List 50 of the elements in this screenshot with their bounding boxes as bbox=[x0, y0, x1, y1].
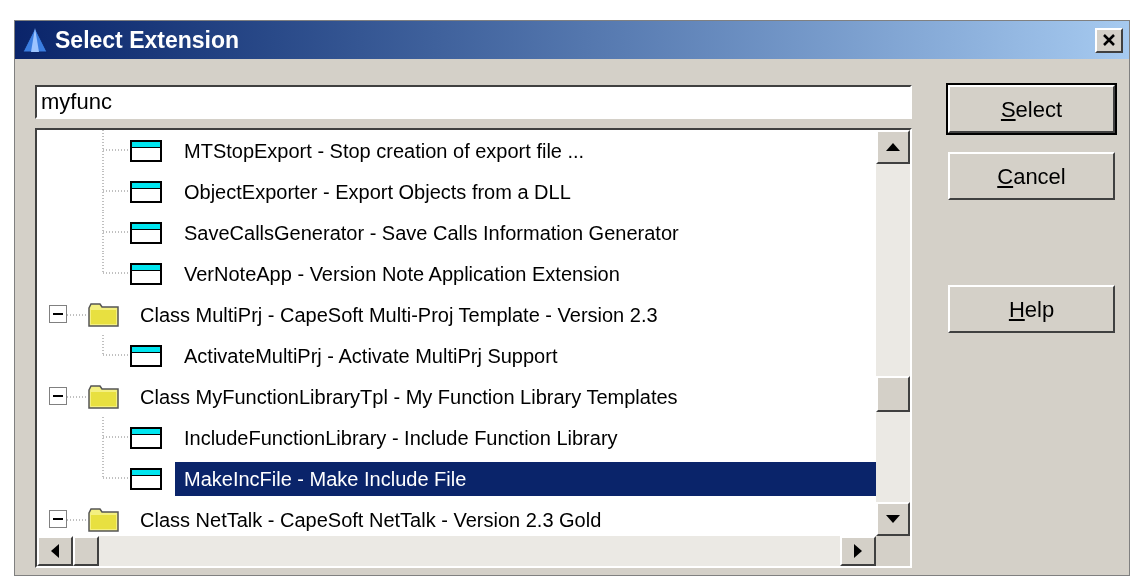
search-field[interactable]: myfunc bbox=[35, 85, 912, 119]
tree-class-label[interactable]: Class MultiPrj - CapeSoft Multi-Proj Template - Version 2.3 bbox=[140, 299, 658, 330]
tree-class-label[interactable]: Class MyFunctionLibraryTpl - My Function Library Templates bbox=[140, 381, 678, 412]
tree-item[interactable]: ActivateMultiPrj - Activate MultiPrj Support bbox=[175, 338, 876, 373]
dialog-button[interactable]: Cancel bbox=[948, 152, 1115, 200]
dialog-button[interactable]: Help bbox=[948, 285, 1115, 333]
left-arrow-icon bbox=[51, 544, 59, 558]
up-arrow-icon bbox=[886, 143, 900, 151]
folder-icon bbox=[88, 383, 120, 410]
tree-item[interactable]: MTStopExport - Stop creation of export file ... bbox=[175, 133, 876, 168]
collapse-icon[interactable] bbox=[49, 305, 67, 323]
down-arrow-icon bbox=[886, 515, 900, 523]
scroll-thumb[interactable] bbox=[876, 376, 910, 412]
tree-connector bbox=[67, 518, 88, 521]
tree-connector bbox=[67, 395, 88, 398]
horizontal-scrollbar[interactable] bbox=[37, 536, 876, 566]
collapse-icon[interactable] bbox=[49, 387, 67, 405]
window-icon bbox=[130, 221, 162, 244]
tree-item[interactable]: SaveCallsGenerator - Save Calls Information Generator bbox=[175, 215, 876, 250]
window-icon bbox=[130, 180, 162, 203]
window-icon bbox=[130, 344, 162, 367]
tree-item[interactable]: VerNoteApp - Version Note Application Extension bbox=[175, 256, 876, 291]
tree-item[interactable]: IncludeFunctionLibrary - Include Function Library bbox=[175, 420, 876, 455]
app-logo-icon bbox=[21, 26, 49, 54]
window-icon bbox=[130, 262, 162, 285]
scroll-right-button[interactable] bbox=[840, 536, 876, 566]
scroll-up-button[interactable] bbox=[876, 130, 910, 164]
scroll-down-button[interactable] bbox=[876, 502, 910, 536]
window-icon bbox=[130, 426, 162, 449]
right-arrow-icon bbox=[854, 544, 862, 558]
scroll-left-button[interactable] bbox=[37, 536, 73, 566]
collapse-icon[interactable] bbox=[49, 510, 67, 528]
tree-item[interactable]: ObjectExporter - Export Objects from a DLL bbox=[175, 174, 876, 209]
tree-connector bbox=[67, 313, 88, 316]
window-icon bbox=[130, 139, 162, 162]
close-button[interactable] bbox=[1095, 27, 1123, 53]
scrollbar-corner bbox=[876, 536, 910, 566]
dialog-button[interactable]: Select bbox=[948, 85, 1115, 133]
tree-connector bbox=[102, 130, 128, 171]
folder-icon bbox=[88, 301, 120, 328]
window-icon bbox=[130, 467, 162, 490]
folder-icon bbox=[88, 506, 120, 533]
tree-connector bbox=[102, 171, 128, 212]
vertical-scrollbar[interactable] bbox=[876, 130, 910, 536]
tree-item[interactable]: MakeIncFile - Make Include File bbox=[175, 461, 876, 496]
tree-class-label[interactable]: Class NetTalk - CapeSoft NetTalk - Version 2.3 Gold bbox=[140, 504, 602, 535]
close-icon bbox=[1102, 33, 1116, 47]
scroll-thumb[interactable] bbox=[73, 536, 99, 566]
tree-connector bbox=[102, 335, 128, 356]
window-title: Select Extension bbox=[55, 25, 241, 55]
